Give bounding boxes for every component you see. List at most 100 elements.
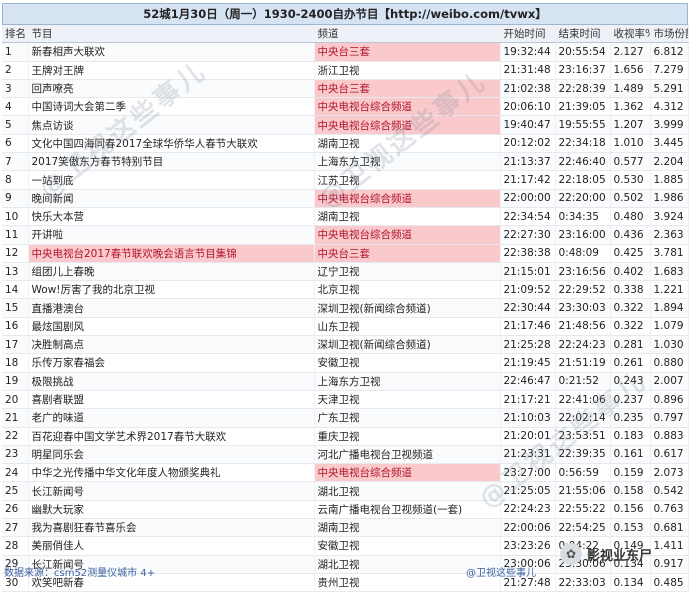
start-time-cell: 21:31:48: [500, 61, 556, 80]
rating-cell: 0.281: [610, 335, 651, 355]
share-cell: 0.617: [650, 445, 689, 465]
program-cell: 老广的味道: [28, 408, 315, 428]
share-cell: 1.894: [650, 298, 689, 318]
start-time-cell: 22:00:06: [500, 518, 556, 538]
footer-watermark: @卫视这些事儿: [466, 568, 536, 579]
end-time-cell: 0:34:35: [555, 207, 611, 227]
table-row: 11 开讲啦 中央电视台综合频道 22:27:30 23:16:00 0.436 2.363: [2, 225, 689, 245]
share-cell: 1.986: [650, 189, 689, 208]
channel-cell: 重庆卫视: [314, 427, 501, 446]
share-cell: 1.683: [650, 262, 689, 282]
share-cell: 0.896: [650, 390, 689, 410]
end-time-cell: 23:16:37: [555, 61, 611, 80]
rating-cell: 1.656: [610, 61, 651, 80]
share-cell: 7.279: [650, 61, 689, 80]
start-time-cell: 21:25:05: [500, 481, 556, 501]
table-row: 19 极限挑战 上海东方卫视 22:46:47 0:21:52 0.243 2.007: [2, 372, 689, 391]
share-cell: 0.681: [650, 518, 689, 538]
share-cell: 2.363: [650, 225, 689, 245]
rank-cell: 16: [2, 317, 29, 337]
start-time-cell: 21:15:01: [500, 262, 556, 282]
share-cell: 3.781: [650, 244, 689, 263]
start-time-cell: 20:06:10: [500, 97, 556, 117]
ratings-table-frame: 52城1月30日（周一）1930-2400自办节目【http://weibo.c…: [2, 3, 689, 592]
rank-cell: 26: [2, 500, 29, 520]
column-header-channel: 频道: [314, 25, 501, 44]
program-cell: 我为喜剧狂春节喜乐会: [28, 518, 315, 538]
end-time-cell: 22:41:06: [555, 390, 611, 410]
end-time-cell: 21:48:56: [555, 317, 611, 337]
end-time-cell: 0:56:59: [555, 463, 611, 483]
rank-cell: 2: [2, 61, 29, 80]
share-cell: 2.073: [650, 463, 689, 483]
channel-cell: 中央电视台综合频道: [314, 225, 501, 245]
rank-cell: 7: [2, 152, 29, 172]
program-cell: 极限挑战: [28, 372, 315, 391]
rank-cell: 23: [2, 445, 29, 465]
rank-cell: 6: [2, 134, 29, 154]
table-row: 2 王牌对王牌 浙江卫视 21:31:48 23:16:37 1.656 7.279: [2, 61, 689, 80]
rating-cell: 0.322: [610, 317, 651, 337]
end-time-cell: 0:48:09: [555, 244, 611, 263]
rating-cell: 0.577: [610, 152, 651, 172]
end-time-cell: 23:53:51: [555, 427, 611, 446]
column-header-start-time: 开始时间: [500, 25, 556, 44]
rank-cell: 5: [2, 115, 29, 135]
rating-cell: 0.183: [610, 427, 651, 446]
program-cell: 一站到底: [28, 170, 315, 190]
channel-cell: 安徽卫视: [314, 536, 501, 556]
rank-cell: 3: [2, 79, 29, 99]
start-time-cell: 22:00:00: [500, 189, 556, 208]
rank-cell: 14: [2, 280, 29, 300]
rating-cell: 0.530: [610, 170, 651, 190]
end-time-cell: 21:51:19: [555, 353, 611, 373]
program-cell: 百花迎春中国文学艺术界2017春节大联欢: [28, 427, 315, 446]
share-cell: 3.924: [650, 207, 689, 227]
column-header-program: 节目: [28, 25, 315, 44]
rating-cell: 0.153: [610, 518, 651, 538]
start-time-cell: 21:19:45: [500, 353, 556, 373]
share-cell: 6.812: [650, 42, 689, 62]
end-time-cell: 23:16:00: [555, 225, 611, 245]
rating-cell: 2.127: [610, 42, 651, 62]
end-time-cell: 23:16:56: [555, 262, 611, 282]
rating-cell: 0.243: [610, 372, 651, 391]
end-time-cell: 20:55:54: [555, 42, 611, 62]
channel-cell: 河北广播电视台卫视频道: [314, 445, 501, 465]
share-cell: 1.885: [650, 170, 689, 190]
column-header-rating: 收视率%: [610, 25, 651, 44]
wechat-account-name: 影视业东尸: [587, 548, 653, 564]
rating-cell: 0.161: [610, 445, 651, 465]
wechat-badge: ✿ 影视业东尸: [560, 542, 652, 566]
rank-cell: 13: [2, 262, 29, 282]
start-time-cell: 19:40:47: [500, 115, 556, 135]
table-row: 22 百花迎春中国文学艺术界2017春节大联欢 重庆卫视 21:20:01 23:53:…: [2, 427, 689, 446]
start-time-cell: 22:24:23: [500, 500, 556, 520]
rank-cell: 15: [2, 298, 29, 318]
end-time-cell: 23:30:03: [555, 298, 611, 318]
share-cell: 2.204: [650, 152, 689, 172]
end-time-cell: 21:39:05: [555, 97, 611, 117]
start-time-cell: 19:32:44: [500, 42, 556, 62]
program-cell: 回声嘹亮: [28, 79, 315, 99]
channel-cell: 中央电视台综合频道: [314, 189, 501, 208]
rating-cell: 0.159: [610, 463, 651, 483]
start-time-cell: 21:17:42: [500, 170, 556, 190]
program-cell: 快乐大本营: [28, 207, 315, 227]
table-row: 23 明星同乐会 河北广播电视台卫视频道 21:23:31 22:39:35 0.161 0…: [2, 445, 689, 465]
channel-cell: 上海东方卫视: [314, 152, 501, 172]
rating-cell: 1.489: [610, 79, 651, 99]
channel-cell: 浙江卫视: [314, 61, 501, 80]
program-cell: 开讲啦: [28, 225, 315, 245]
rating-cell: 0.480: [610, 207, 651, 227]
rank-cell: 4: [2, 97, 29, 117]
ratings-table: 排名节目频道开始时间结束时间收视率%市场份额%1新春相声大联欢中央台三套19:3…: [2, 25, 689, 592]
end-time-cell: 22:29:52: [555, 280, 611, 300]
channel-cell: 天津卫视: [314, 390, 501, 410]
program-cell: 幽默大玩家: [28, 500, 315, 520]
table-row: 20 喜剧者联盟 天津卫视 21:17:21 22:41:06 0.237 0.896: [2, 390, 689, 410]
program-cell: 美丽俏佳人: [28, 536, 315, 556]
channel-cell: 湖北卫视: [314, 481, 501, 501]
start-time-cell: 21:09:52: [500, 280, 556, 300]
column-header-end-time: 结束时间: [555, 25, 611, 44]
